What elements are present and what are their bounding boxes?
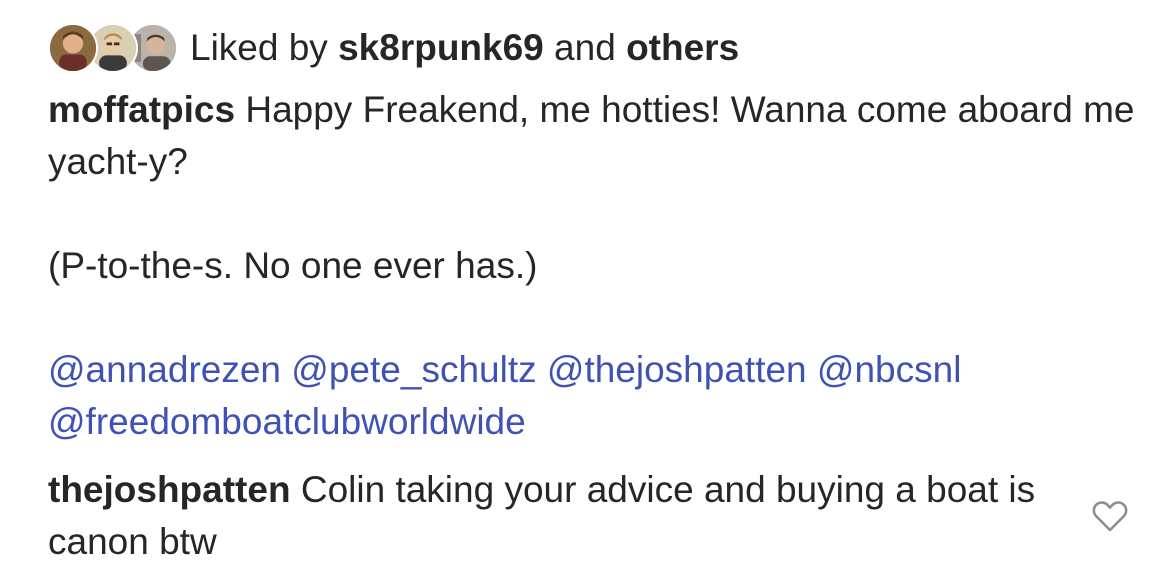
caption-first-paragraph: moffatpics Happy Freakend, me hotties! W… [48, 84, 1138, 188]
mention-link[interactable]: @freedomboatclubworldwide [48, 401, 526, 442]
likes-prefix: Liked by [190, 27, 339, 68]
likes-connector: and [543, 27, 627, 68]
comment-author-username[interactable]: thejoshpatten [48, 469, 291, 510]
likes-text: Liked by sk8rpunk69 and others [190, 22, 739, 74]
caption-mentions: @annadrezen @pete_schultz @thejoshpatten… [48, 344, 1138, 448]
post-author-username[interactable]: moffatpics [48, 89, 235, 130]
post-caption: moffatpics Happy Freakend, me hotties! W… [48, 84, 1138, 448]
heart-outline-icon[interactable] [1090, 496, 1130, 536]
mention-link[interactable]: @thejoshpatten [547, 349, 807, 390]
likes-summary[interactable]: Liked by sk8rpunk69 and others [48, 22, 739, 74]
liker-username[interactable]: sk8rpunk69 [338, 27, 544, 68]
mention-link[interactable]: @nbcsnl [817, 349, 962, 390]
caption-line-2: (P-to-the-s. No one ever has.) [48, 245, 538, 286]
comment: thejoshpatten Colin taking your advice a… [48, 464, 1058, 568]
liker-avatars[interactable] [48, 22, 182, 74]
mention-link[interactable]: @annadrezen [48, 349, 281, 390]
avatar[interactable] [48, 23, 98, 73]
likes-others-link[interactable]: others [626, 27, 739, 68]
mention-link[interactable]: @pete_schultz [291, 349, 536, 390]
